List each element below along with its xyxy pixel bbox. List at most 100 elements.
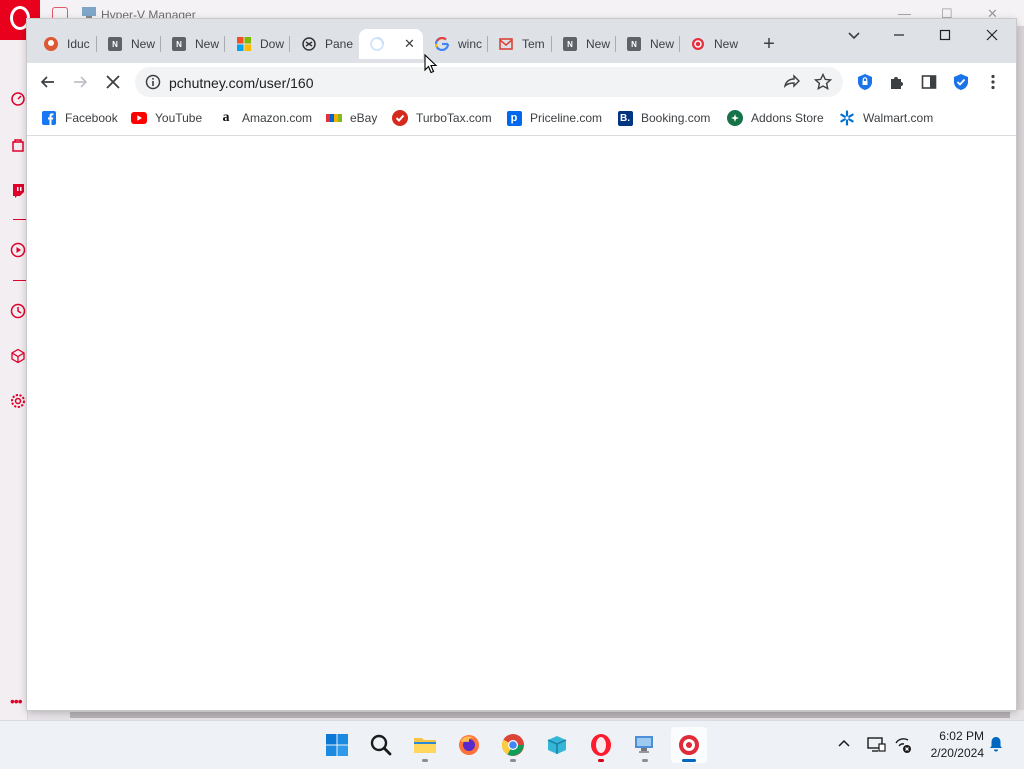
site-info-icon[interactable]	[145, 74, 161, 90]
tab-notion-3[interactable]: N New	[552, 29, 616, 59]
back-arrow-icon[interactable]	[36, 70, 60, 94]
display-tray-icon[interactable]	[866, 735, 886, 755]
page-content-area[interactable]	[27, 136, 1016, 710]
taskbar-red-app[interactable]	[671, 727, 707, 763]
speed-dial-icon[interactable]	[10, 91, 26, 107]
bookmark-walmart[interactable]: Walmart.com	[839, 109, 933, 127]
tab-panel[interactable]: Pane	[291, 29, 355, 59]
notion-icon: N	[562, 36, 578, 52]
more-dots-icon[interactable]: •••	[10, 693, 23, 709]
bookmark-youtube[interactable]: YouTube	[131, 109, 202, 127]
bookmark-star-icon[interactable]	[813, 72, 833, 92]
bookmark-label: Facebook	[65, 111, 118, 125]
share-icon[interactable]	[781, 72, 801, 92]
password-shield-icon[interactable]	[853, 70, 877, 94]
tab-title: New	[586, 37, 611, 51]
taskbar-opera[interactable]	[583, 727, 619, 763]
bookmark-amazon[interactable]: a Amazon.com	[218, 109, 313, 127]
taskbar-app[interactable]	[539, 727, 575, 763]
bookmark-label: TurboTax.com	[416, 111, 492, 125]
minimize-button[interactable]	[889, 25, 909, 45]
app-icon	[547, 736, 567, 754]
maximize-button[interactable]	[935, 25, 955, 45]
tab-title: New	[650, 37, 675, 51]
tab-notion-2[interactable]: N New	[161, 29, 225, 59]
clock-date[interactable]: 2/20/2024	[918, 746, 984, 760]
bookmark-addons-store[interactable]: Addons Store	[727, 109, 824, 127]
tab-title: New	[195, 37, 220, 51]
bookmark-label: Priceline.com	[530, 111, 603, 125]
close-button[interactable]	[982, 25, 1002, 45]
bookmark-priceline[interactable]: p Priceline.com	[506, 109, 602, 127]
opera-red-icon	[690, 36, 706, 52]
tab-title: Pane	[325, 37, 354, 51]
opera-icon	[591, 734, 611, 756]
microsoft-icon	[236, 36, 252, 52]
clock-time[interactable]: 6:02 PM	[930, 729, 984, 743]
bookmark-booking[interactable]: B. Booking.com	[617, 109, 710, 127]
firefox-icon	[459, 735, 479, 755]
notion-icon: N	[626, 36, 642, 52]
tab-opera-red[interactable]: New	[680, 29, 744, 59]
loading-spinner-icon	[369, 36, 385, 52]
extensions-puzzle-icon[interactable]	[885, 70, 909, 94]
taskbar-hyperv[interactable]	[627, 727, 663, 763]
address-bar[interactable]: pchutney.com/user/160	[135, 67, 843, 97]
taskbar: 6:02 PM 2/20/2024	[0, 720, 1024, 769]
turbotax-icon	[392, 110, 408, 126]
url-text[interactable]: pchutney.com/user/160	[169, 75, 314, 91]
cube-icon[interactable]	[10, 348, 26, 364]
tab-notion-1[interactable]: N New	[97, 29, 161, 59]
addons-icon	[727, 110, 743, 126]
hyperv-icon	[635, 736, 653, 753]
tab-close-icon[interactable]: ✕	[404, 36, 415, 52]
settings-gear-icon[interactable]	[10, 393, 26, 409]
bookmark-turbotax[interactable]: TurboTax.com	[392, 109, 492, 127]
side-panel-icon[interactable]	[917, 70, 941, 94]
twitch-icon[interactable]	[10, 182, 26, 198]
tab-active-loading[interactable]: ✕	[359, 29, 423, 59]
new-tab-button[interactable]: +	[758, 33, 780, 55]
tab-microsoft[interactable]: Dow	[226, 29, 290, 59]
tab-title: Dow	[260, 37, 285, 51]
priceline-icon: p	[506, 110, 522, 126]
bookmark-label: Walmart.com	[863, 111, 934, 125]
history-clock-icon[interactable]	[10, 303, 26, 319]
notion-icon: N	[107, 36, 123, 52]
tab-duckduckgo[interactable]: Iduc	[33, 29, 97, 59]
bookmark-label: eBay	[350, 111, 378, 125]
security-shield-icon[interactable]	[949, 70, 973, 94]
tab-title: winc	[458, 37, 483, 51]
tray-overflow-chevron-icon[interactable]	[835, 735, 853, 753]
notion-icon: N	[171, 36, 187, 52]
walmart-icon	[839, 110, 855, 126]
search-icon	[370, 734, 392, 756]
chrome-icon	[501, 734, 524, 756]
tab-mail[interactable]: Tem	[488, 29, 552, 59]
network-disconnected-icon[interactable]	[893, 735, 913, 755]
bookmark-ebay[interactable]: eBay	[326, 109, 377, 127]
hyperv-horizontal-scrollbar[interactable]	[40, 710, 1024, 720]
google-icon	[434, 36, 450, 52]
mail-icon	[498, 36, 514, 52]
tab-notion-4[interactable]: N New	[616, 29, 680, 59]
bookmark-label: Booking.com	[641, 111, 711, 125]
bookmarks-bar: Facebook YouTube a Amazon.com eBay Turbo…	[27, 101, 1016, 136]
taskbar-firefox[interactable]	[451, 727, 487, 763]
bookmark-facebook[interactable]: Facebook	[41, 109, 118, 127]
taskbar-chrome[interactable]	[495, 727, 531, 763]
start-button[interactable]	[319, 727, 355, 763]
forward-arrow-icon[interactable]	[68, 70, 92, 94]
notification-bell-icon[interactable]	[987, 735, 1005, 753]
taskbar-file-explorer[interactable]	[407, 727, 443, 763]
taskbar-search-button[interactable]	[363, 727, 399, 763]
tab-search-chevron-icon[interactable]	[844, 25, 864, 45]
shopping-bag-icon[interactable]	[10, 137, 26, 153]
stop-loading-icon[interactable]	[101, 70, 125, 94]
booking-icon: B.	[617, 110, 633, 126]
red-app-icon	[679, 735, 699, 755]
mouse-cursor-icon	[424, 53, 438, 74]
player-icon[interactable]	[10, 242, 26, 258]
duckduckgo-icon	[43, 36, 59, 52]
menu-kebab-icon[interactable]	[981, 70, 1005, 94]
